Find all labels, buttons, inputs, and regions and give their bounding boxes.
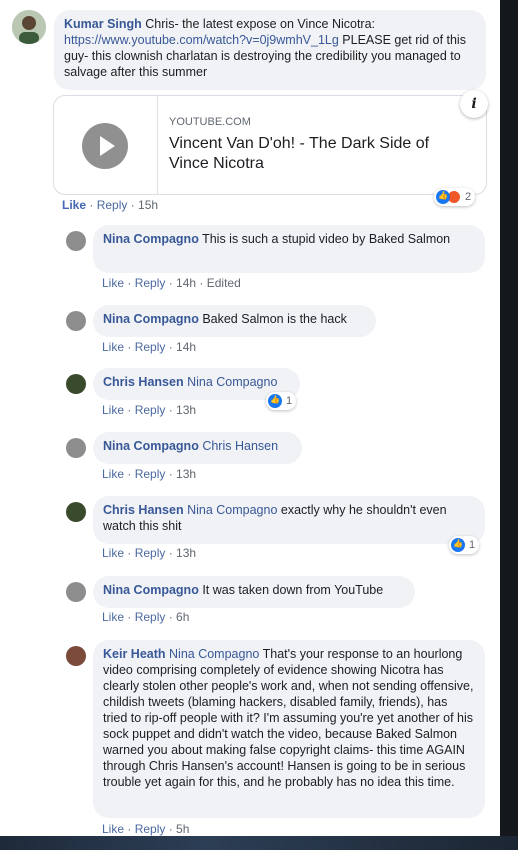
- comment-actions: Like · Reply · 15h: [62, 198, 159, 212]
- avatar[interactable]: [66, 438, 86, 458]
- reply-bubble: Nina Compagno Baked Salmon is the hack: [93, 305, 376, 337]
- avatar[interactable]: [66, 311, 86, 331]
- reply-time[interactable]: 13h: [176, 467, 196, 481]
- like-button[interactable]: Like: [102, 276, 124, 290]
- reaction-summary[interactable]: 1: [266, 392, 297, 410]
- reaction-count: 1: [469, 539, 476, 551]
- link-preview-card[interactable]: YOUTUBE.COM Vincent Van D'oh! - The Dark…: [53, 95, 487, 195]
- reply-author[interactable]: Chris Hansen: [103, 503, 184, 517]
- like-button[interactable]: Like: [102, 340, 124, 354]
- reply-bubble: Nina Compagno Chris Hansen: [93, 432, 302, 464]
- mention-tag[interactable]: Nina Compagno: [187, 503, 277, 517]
- reply-button[interactable]: Reply: [135, 822, 166, 836]
- info-icon[interactable]: i: [460, 90, 488, 118]
- reply-time[interactable]: 14h: [176, 276, 196, 290]
- reply-button[interactable]: Reply: [135, 546, 166, 560]
- reply-button[interactable]: Reply: [135, 276, 166, 290]
- reply-text: This is such a stupid video by Baked Sal…: [198, 232, 451, 246]
- reply-bubble: Chris Hansen Nina Compagno exactly why h…: [93, 496, 485, 544]
- reply-time[interactable]: 6h: [176, 610, 189, 624]
- reaction-summary[interactable]: 1: [449, 536, 480, 554]
- avatar[interactable]: [66, 646, 86, 666]
- like-button[interactable]: Like: [102, 546, 124, 560]
- reply-actions: Like · Reply · 14h: [102, 340, 197, 354]
- comment-time[interactable]: 15h: [138, 198, 158, 212]
- reply-time[interactable]: 13h: [176, 546, 196, 560]
- reply-bubble: Nina Compagno This is such a stupid vide…: [93, 225, 485, 273]
- link-title[interactable]: Vincent Van D'oh! - The Dark Side of Vin…: [169, 134, 469, 174]
- reply-button[interactable]: Reply: [135, 467, 166, 481]
- like-button[interactable]: Like: [102, 610, 124, 624]
- reply-text: That's your response to an hourlong vide…: [103, 647, 474, 789]
- mention-tag[interactable]: Nina Compagno: [187, 375, 277, 389]
- reply-actions: Like · Reply · 6h: [102, 610, 190, 624]
- reply-actions: Like · Reply · 5h: [102, 822, 190, 836]
- reply-button[interactable]: Reply: [135, 340, 166, 354]
- reply-button[interactable]: Reply: [135, 610, 166, 624]
- reply-bubble: Nina Compagno It was taken down from You…: [93, 576, 415, 608]
- reaction-count: 1: [286, 395, 293, 407]
- reply-button[interactable]: Reply: [97, 198, 128, 212]
- reply-author[interactable]: Nina Compagno: [103, 312, 199, 326]
- avatar[interactable]: [66, 582, 86, 602]
- reply-button[interactable]: Reply: [135, 403, 166, 417]
- reply-time[interactable]: 14h: [176, 340, 196, 354]
- reply-actions: Like · Reply · 14h · Edited: [102, 276, 241, 290]
- comment-author[interactable]: Kumar Singh: [64, 17, 142, 31]
- page-background-bottom: [0, 836, 518, 850]
- play-icon[interactable]: [82, 123, 128, 169]
- reply-author[interactable]: Nina Compagno: [103, 583, 199, 597]
- link-domain: YOUTUBE.COM: [169, 116, 251, 128]
- comment-thread: Kumar Singh Chris- the latest expose on …: [0, 0, 500, 836]
- avatar[interactable]: [66, 502, 86, 522]
- reply-author[interactable]: Nina Compagno: [103, 232, 199, 246]
- reply-author[interactable]: Nina Compagno: [103, 439, 199, 453]
- reply-author[interactable]: Chris Hansen: [103, 375, 184, 389]
- reply-text: It was taken down from YouTube: [198, 583, 384, 597]
- comment-link[interactable]: https://www.youtube.com/watch?v=0j9wmhV_…: [64, 33, 339, 47]
- avatar[interactable]: [12, 10, 46, 44]
- reaction-summary[interactable]: 2: [434, 188, 476, 206]
- page-background-right: [500, 0, 518, 850]
- like-button[interactable]: Like: [62, 198, 86, 212]
- reaction-count: 2: [465, 191, 472, 203]
- like-button[interactable]: Like: [102, 467, 124, 481]
- edited-label[interactable]: Edited: [207, 276, 241, 290]
- avatar[interactable]: [66, 374, 86, 394]
- like-reaction-icon: [436, 190, 450, 204]
- reply-actions: Like · Reply · 13h: [102, 546, 197, 560]
- comment-bubble: Kumar Singh Chris- the latest expose on …: [54, 10, 486, 90]
- reply-time[interactable]: 13h: [176, 403, 196, 417]
- video-thumbnail[interactable]: [54, 96, 158, 194]
- reply-time[interactable]: 5h: [176, 822, 189, 836]
- mention-tag[interactable]: Chris Hansen: [202, 439, 278, 453]
- reply-author[interactable]: Keir Heath: [103, 647, 166, 661]
- avatar[interactable]: [66, 231, 86, 251]
- like-reaction-icon: [451, 538, 465, 552]
- comment-text: Chris- the latest expose on Vince Nicotr…: [141, 17, 376, 31]
- reply-actions: Like · Reply · 13h: [102, 467, 197, 481]
- reply-bubble: Keir Heath Nina Compagno That's your res…: [93, 640, 485, 818]
- reply-text: Baked Salmon is the hack: [198, 312, 347, 326]
- like-button[interactable]: Like: [102, 822, 124, 836]
- mention-tag[interactable]: Nina Compagno: [169, 647, 259, 661]
- like-button[interactable]: Like: [102, 403, 124, 417]
- like-reaction-icon: [268, 394, 282, 408]
- reply-actions: Like · Reply · 13h: [102, 403, 197, 417]
